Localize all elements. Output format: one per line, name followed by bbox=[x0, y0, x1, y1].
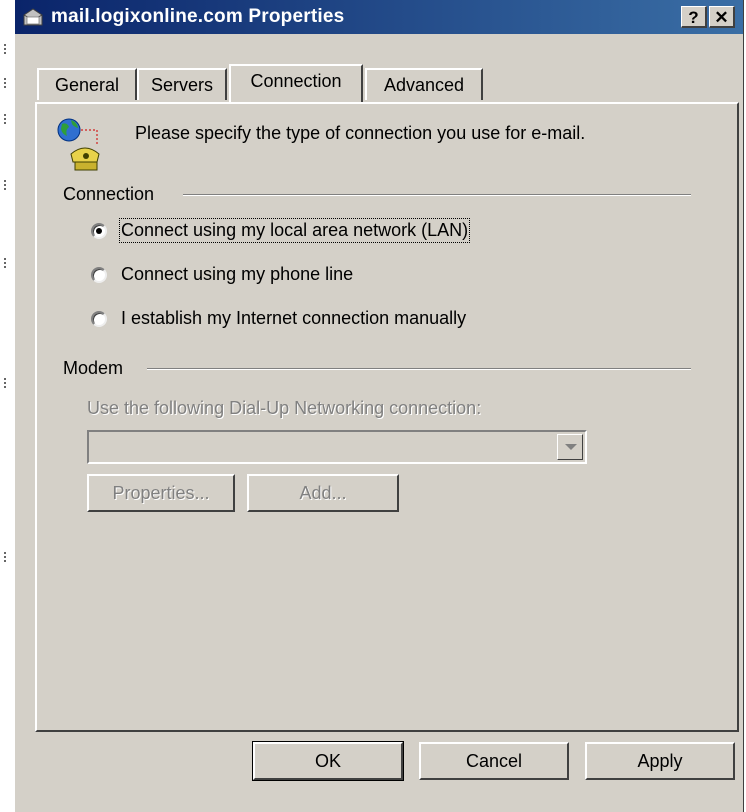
connection-group-divider bbox=[183, 194, 691, 196]
radio-lan[interactable] bbox=[91, 223, 107, 239]
help-button[interactable]: ? bbox=[681, 6, 707, 28]
cancel-button[interactable]: Cancel bbox=[419, 742, 569, 780]
connection-hint-text: Please specify the type of connection yo… bbox=[135, 123, 586, 143]
radio-lan-label[interactable]: Connect using my local area network (LAN… bbox=[118, 218, 471, 243]
title-bar[interactable]: mail.logixonline.com Properties ? ✕ bbox=[15, 0, 743, 34]
apply-button[interactable]: Apply bbox=[585, 742, 735, 780]
background-edge-mark bbox=[4, 44, 6, 54]
radio-phone-line[interactable] bbox=[91, 267, 107, 283]
modem-add-button[interactable]: Add... bbox=[247, 474, 399, 512]
tab-advanced[interactable]: Advanced bbox=[365, 68, 483, 100]
background-edge-mark bbox=[4, 180, 6, 190]
modem-group-label: Modem bbox=[63, 358, 132, 379]
globe-phone-icon bbox=[57, 118, 100, 171]
background-edge-mark bbox=[4, 552, 6, 562]
radio-manual[interactable] bbox=[91, 311, 107, 327]
modem-group-divider bbox=[147, 368, 691, 370]
connection-group-label: Connection bbox=[63, 184, 163, 205]
modem-properties-button[interactable]: Properties... bbox=[87, 474, 235, 512]
tab-general[interactable]: General bbox=[37, 68, 137, 100]
background-edge-mark bbox=[4, 78, 6, 88]
dialup-label: Use the following Dial-Up Networking con… bbox=[87, 398, 482, 418]
tab-connection[interactable]: Connection bbox=[229, 64, 363, 102]
properties-dialog: mail.logixonline.com Properties ? ✕ Gene… bbox=[14, 0, 744, 812]
close-button[interactable]: ✕ bbox=[709, 6, 735, 28]
background-edge-mark bbox=[4, 258, 6, 268]
window-title: mail.logixonline.com Properties bbox=[51, 6, 345, 27]
background-edge-mark bbox=[4, 114, 6, 124]
background-edge-mark bbox=[4, 378, 6, 388]
radio-manual-label[interactable]: I establish my Internet connection manua… bbox=[121, 308, 466, 329]
dialup-dropdown-button[interactable] bbox=[557, 434, 583, 460]
ok-button[interactable]: OK bbox=[252, 741, 404, 781]
radio-phone-line-label[interactable]: Connect using my phone line bbox=[121, 264, 353, 285]
dialup-connection-select[interactable] bbox=[87, 430, 587, 464]
chevron-down-icon bbox=[565, 444, 577, 450]
tab-servers[interactable]: Servers bbox=[137, 68, 227, 100]
mail-account-icon bbox=[23, 8, 43, 26]
